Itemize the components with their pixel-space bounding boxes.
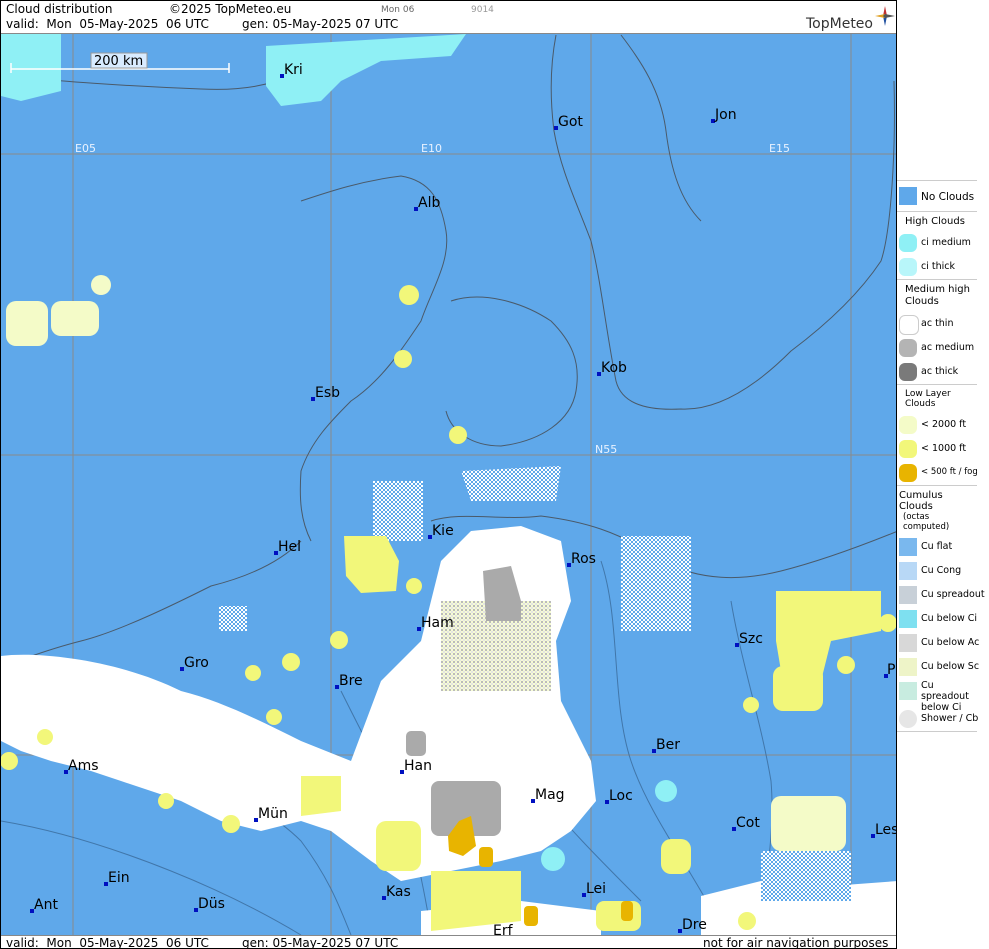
map-frame: Cloud distribution ©2025 TopMeteo.eu Mon… xyxy=(0,0,897,949)
topmeteo-logo: TopMeteo xyxy=(806,6,896,33)
scale-label: 200 km xyxy=(94,54,143,69)
valid-time: valid: Mon 05-May-2025 06 UTC xyxy=(6,17,209,31)
label-e10: E10 xyxy=(421,142,442,155)
legend-ac-thick: ac thick xyxy=(897,360,977,384)
legend: No Clouds High Clouds ci medium ci thick… xyxy=(897,180,985,732)
legend-cu-flat: Cu flat xyxy=(897,535,977,559)
city-jon: Jon xyxy=(714,107,737,123)
city-mun: Mün xyxy=(258,806,288,822)
city-bre: Bre xyxy=(339,673,363,689)
legend-ci-medium: ci medium xyxy=(897,231,977,255)
city-mag: Mag xyxy=(535,787,565,803)
footer-valid-time: valid: Mon 05-May-2025 06 UTC xyxy=(6,936,209,949)
legend-shower-cb: Shower / Cb xyxy=(897,707,978,732)
city-kas: Kas xyxy=(386,884,411,900)
city-ein: Ein xyxy=(108,870,130,886)
city-p: P xyxy=(887,662,895,678)
city-kie: Kie xyxy=(432,523,454,539)
city-dre: Dre xyxy=(682,917,707,933)
legend-cu-below-ci: Cu below Ci xyxy=(897,607,977,631)
city-hel: Hel xyxy=(278,539,301,555)
city-ams: Ams xyxy=(68,758,99,774)
label-e15: E15 xyxy=(769,142,790,155)
city-lei: Lei xyxy=(586,881,606,897)
legend-medium-high-heading: Medium high Clouds xyxy=(897,279,977,312)
city-cot: Cot xyxy=(736,815,760,831)
legend-cu-below-sc: Cu below Sc xyxy=(897,655,979,679)
city-got: Got xyxy=(558,114,583,130)
legend-cu-spreadout-below-ci: Cu spreadout below Ci xyxy=(897,679,977,713)
city-han: Han xyxy=(404,758,432,774)
city-ber: Ber xyxy=(656,737,680,753)
label-n55: N55 xyxy=(595,443,617,456)
city-gro: Gro xyxy=(184,655,209,671)
day-code: Mon 06 xyxy=(381,5,415,15)
legend-no-clouds: No Clouds xyxy=(897,180,977,211)
footer-generated-time: gen: 05-May-2025 07 UTC xyxy=(242,936,399,949)
city-ant: Ant xyxy=(34,897,58,913)
legend-low-1000: < 1000 ft xyxy=(897,437,977,461)
legend-ac-thin: ac thin xyxy=(897,312,977,336)
city-erf: Erf xyxy=(493,923,514,935)
city-kri: Kri xyxy=(284,62,303,78)
legend-low-layer-heading: Low Layer Clouds xyxy=(897,384,977,413)
city-kob: Kob xyxy=(601,360,627,376)
cloud-map[interactable]: 200 km E05 E10 E15 N55 Kri Got Jon Alb K… xyxy=(1,34,897,935)
copyright: ©2025 TopMeteo.eu xyxy=(169,2,292,16)
city-szc: Szc xyxy=(739,631,763,647)
run-code: 9014 xyxy=(471,5,494,15)
header-bar: Cloud distribution ©2025 TopMeteo.eu Mon… xyxy=(1,1,896,34)
map-title: Cloud distribution xyxy=(6,2,113,16)
city-esb: Esb xyxy=(315,385,340,401)
legend-cumulus-subheading: (octas computed) xyxy=(903,512,950,532)
disclaimer: not for air navigation purposes xyxy=(703,936,889,949)
city-ros: Ros xyxy=(571,551,596,567)
legend-ac-medium: ac medium xyxy=(897,336,977,360)
legend-high-clouds-heading: High Clouds xyxy=(897,211,977,231)
legend-ci-thick: ci thick xyxy=(897,255,977,279)
city-les: Les xyxy=(875,822,897,838)
legend-cu-spreadout: Cu spreadout xyxy=(897,583,985,607)
no-clouds-swatch xyxy=(899,187,917,205)
legend-low-2000: < 2000 ft xyxy=(897,413,977,437)
city-dus: Düs xyxy=(198,896,225,912)
city-loc: Loc xyxy=(609,788,633,804)
legend-cu-below-ac: Cu below Ac xyxy=(897,631,979,655)
generated-time: gen: 05-May-2025 07 UTC xyxy=(242,17,399,31)
legend-cumulus-heading: Cumulus Clouds xyxy=(897,485,977,512)
legend-cu-cong: Cu Cong xyxy=(897,559,977,583)
label-e05: E05 xyxy=(75,142,96,155)
legend-fog: < 500 ft / fog xyxy=(897,461,978,485)
footer-bar: valid: Mon 05-May-2025 06 UTC gen: 05-Ma… xyxy=(1,935,896,949)
city-alb: Alb xyxy=(418,195,440,211)
compass-icon xyxy=(875,6,895,26)
city-ham: Ham xyxy=(421,615,454,631)
